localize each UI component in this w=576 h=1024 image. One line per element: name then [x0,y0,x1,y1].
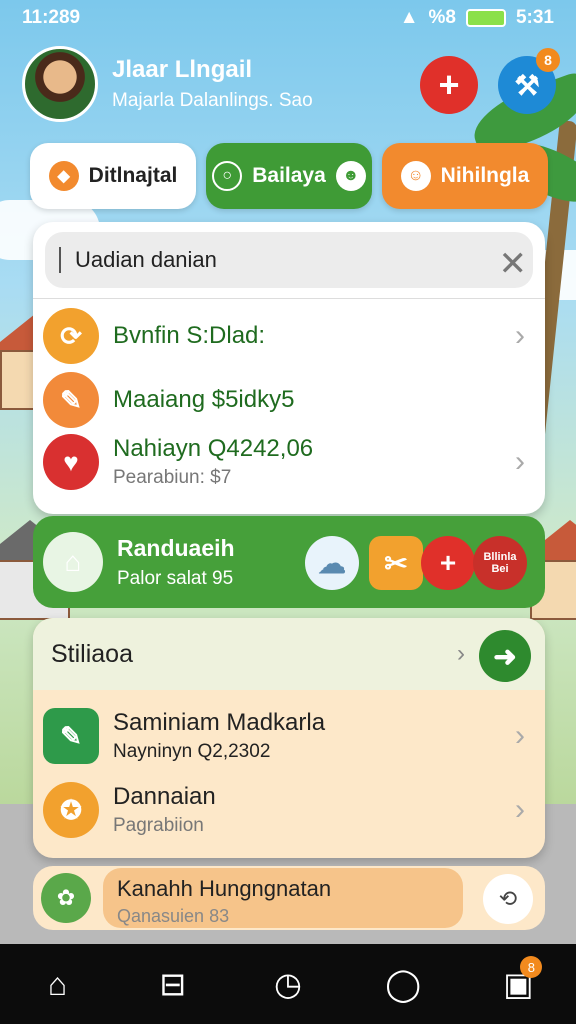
list-item[interactable]: ♥ Nahiayn Q4242,06 Pearabiun: $7 › [43,434,525,490]
nav-history[interactable]: ◷ [258,954,318,1014]
tab-first[interactable]: ◆ Ditlnajtal [30,143,196,209]
status-right-time: 5:31 [515,7,554,28]
tab-bar: ◆ Ditlnajtal ○ Bailaya ☻ ☺ Nihilngla [30,143,548,209]
brush-icon: ✎ [43,708,99,764]
bag-icon: ♥ [43,434,99,490]
signal-icon: ▲ [399,7,419,28]
smile-icon: ☺ [400,161,431,191]
search-card: Uadian danian ✕ ⟳ Bvnfin S:Dlad: › ✎ Maa… [33,222,545,514]
tag-icon: ◆ [48,161,79,191]
list-item-sub: Nayninyn Q2,2302 [113,741,271,762]
list-item-sub: Pearabiun: $7 [113,467,232,488]
bottom-nav: ⌂ ⊟ ◷ ◯ ▣ 8 [0,944,576,1024]
bottom-item-sub: Qanasuien 83 [117,906,230,926]
search-input[interactable]: Uadian danian [45,232,533,288]
quick-action-bar[interactable]: ⌂ Randuaeih Palor salat 95 ☁ ✂ + Bllinla… [33,516,545,608]
arrow-right-icon: ➜ [493,640,517,672]
bottom-list-item[interactable]: ✿ Kanahh Hungngnatan Qanasuien 83 ⟲ [33,866,545,930]
list-item[interactable]: ✎ Maaiang $5idky5 [43,372,525,428]
chevron-right-icon: › [457,640,465,667]
smile-icon: ☻ [335,161,366,191]
bottom-item-title: Kanahh Hungngnatan [117,876,332,901]
tab-third[interactable]: ☺ Nihilngla [382,143,548,209]
signal-text: %8 [428,7,456,28]
list-item-title: Nahiayn Q4242,06 [113,435,314,462]
plus-icon: + [438,64,460,105]
map-icon: ✿ [41,873,91,923]
list-item[interactable]: ✎ Saminiam Madkarla Nayninyn Q2,2302 › [43,708,525,764]
chat-icon: ○ [212,161,243,191]
share-icon: ⟲ [498,886,518,911]
tool-button[interactable]: ⚒ 8 [498,48,560,114]
list-item-title: Bvnfin S:Dlad: [113,322,266,349]
card-header: Stiliaoa › ➜ [33,618,545,690]
nav-orders[interactable]: ⊟ [143,954,203,1014]
edit-button[interactable]: ✂ [369,536,423,590]
notification-badge: 8 [520,956,543,978]
header: Jlaar Llngail Majarla Dalanlings. Sao + … [22,44,560,124]
add-item-button[interactable]: + [421,536,475,590]
chat-icon: ◯ [385,966,422,1002]
sale-badge[interactable]: Bllinla Bei [473,536,527,590]
nav-home[interactable]: ⌂ [28,954,88,1014]
list-item-title: Maaiang $5idky5 [113,386,295,413]
clock-icon: ◷ [274,966,302,1002]
notification-badge: 8 [536,48,560,72]
quick-action-sub: Palor salat 95 [117,567,234,589]
tab-label: Bailaya [252,164,326,187]
category-card: Stiliaoa › ➜ ✎ Saminiam Madkarla Nayniny… [33,618,545,858]
quick-action-title: Randuaeih [117,534,235,561]
bottom-item-pill: Kanahh Hungngnatan Qanasuien 83 [103,868,463,928]
chevron-right-icon: › [515,319,525,352]
plus-icon: + [439,547,457,578]
nav-messages[interactable]: ◯ [373,954,433,1014]
house-icon: ⌂ [43,532,103,592]
tab-label: Nihilngla [440,164,530,187]
share-button[interactable]: ⟲ [483,874,533,924]
avatar[interactable] [22,46,98,122]
add-button[interactable]: + [420,56,478,114]
list-item[interactable]: ⟳ Bvnfin S:Dlad: › [43,308,525,364]
header-title: Jlaar Llngail [112,56,253,83]
status-bar: 11:289 ▲ %8 5:31 [0,0,576,36]
search-value: Uadian danian [75,247,217,272]
list-item-title: Saminiam Madkarla [113,709,326,736]
nav-tasks[interactable]: ▣ 8 [488,954,548,1014]
home-icon: ⌂ [47,965,68,1002]
status-time: 11:289 [22,7,81,28]
close-icon[interactable]: ✕ [499,244,528,284]
card-heading: Stiliaoa [51,639,133,668]
header-subtitle: Majarla Dalanlings. Sao [112,90,313,111]
tools-icon: ✂ [384,547,408,579]
divider [33,298,545,299]
cart-icon: ⊟ [159,966,187,1002]
arrow-right-button[interactable]: ➜ [479,630,531,682]
chevron-right-icon: › [515,793,525,826]
list-item-sub: Pagrabiion [113,815,204,836]
tool-icon: ⚒ [514,69,540,101]
refresh-icon: ⟳ [43,308,99,364]
badge-icon: ✪ [43,782,99,838]
list-item[interactable]: ✪ Dannaian Pagrabiion › [43,782,525,838]
list-item-title: Dannaian [113,783,216,810]
chevron-right-icon: › [515,719,525,752]
chevron-right-icon: › [515,445,525,478]
cloud-icon: ☁ [318,547,346,579]
tab-label: Ditlnajtal [88,164,178,187]
battery-icon [465,9,506,27]
pencil-icon: ✎ [43,372,99,428]
tab-second[interactable]: ○ Bailaya ☻ [206,143,372,209]
text-cursor [59,247,61,273]
chat-bubble-button[interactable]: ☁ [305,536,359,590]
